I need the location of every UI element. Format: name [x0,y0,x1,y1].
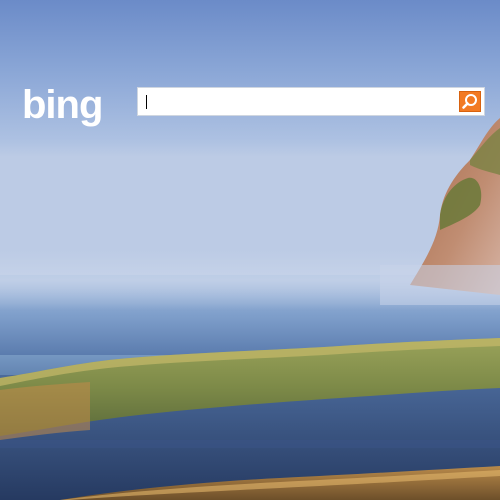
search-input[interactable] [142,90,460,113]
svg-text:bing: bing [22,84,102,127]
text-cursor [146,95,147,109]
background-landscape-image [0,0,500,500]
search-icon [462,94,477,109]
search-box[interactable] [137,87,485,116]
search-button[interactable] [459,91,481,112]
bing-homepage: bing [0,0,500,500]
bing-logo[interactable]: bing [22,84,130,128]
